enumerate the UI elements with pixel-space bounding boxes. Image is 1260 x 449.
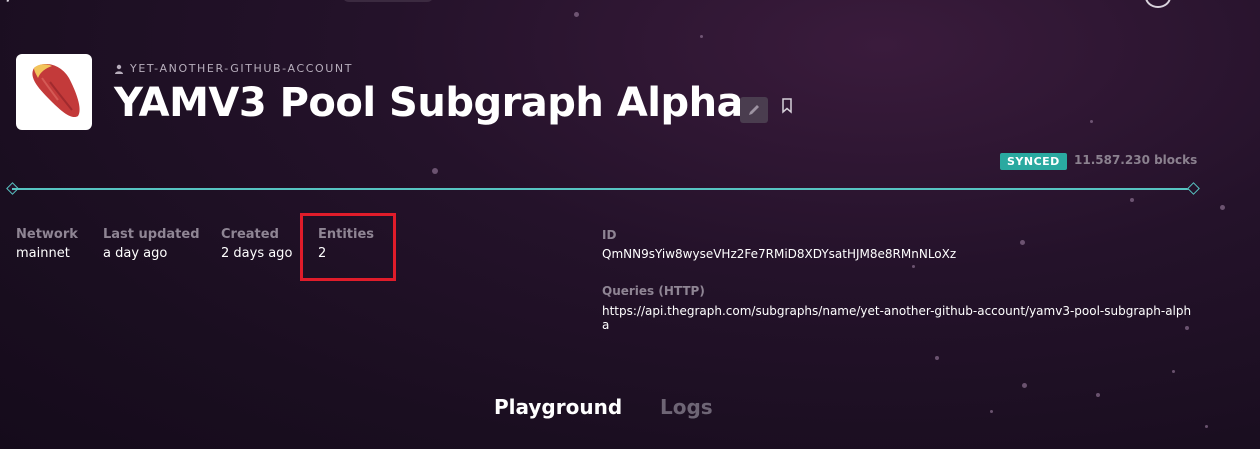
progress-end-marker (1187, 182, 1200, 195)
queries-label: Queries (HTTP) (602, 284, 705, 298)
entities-highlight (300, 213, 396, 281)
background-star (1020, 240, 1025, 245)
network-value: mainnet (16, 246, 70, 261)
queries-url[interactable]: https://api.thegraph.com/subgraphs/name/… (602, 304, 1192, 332)
id-value: QmNN9sYiw8wyseVHz2Fe7RMiD8XDYsatHJM8e8RM… (602, 247, 957, 261)
sync-progress-bar (12, 188, 1194, 190)
background-star (912, 265, 915, 268)
background-star (432, 168, 438, 174)
last-updated-value: a day ago (103, 246, 168, 261)
user-icon (115, 64, 123, 74)
background-star (1096, 393, 1100, 397)
background-star (1090, 120, 1093, 123)
background-star (1172, 370, 1175, 373)
background-star (1022, 383, 1027, 388)
subgraph-logo (16, 54, 92, 130)
user-avatar-icon[interactable] (1145, 0, 1171, 8)
network-label: Network (16, 227, 78, 242)
background-star (1130, 198, 1134, 202)
edit-button[interactable] (740, 97, 768, 123)
background-star (935, 356, 939, 360)
bookmark-icon (782, 98, 792, 114)
background-star (990, 410, 993, 413)
pencil-icon (749, 105, 759, 115)
topbar-search[interactable] (342, 0, 434, 2)
page-title: YAMV3 Pool Subgraph Alpha (114, 80, 744, 126)
background-star (1205, 425, 1208, 428)
topbar-edge (6, 0, 12, 3)
tab-logs[interactable]: Logs (660, 395, 713, 419)
tab-playground[interactable]: Playground (494, 395, 622, 419)
id-label: ID (602, 228, 617, 242)
bookmark-button[interactable] (780, 98, 794, 114)
block-count: 11.587.230 blocks (1074, 153, 1198, 167)
owner-name: YET-ANOTHER-GITHUB-ACCOUNT (130, 62, 354, 75)
sweet-potato-icon (32, 64, 80, 118)
background-star (1220, 205, 1225, 210)
last-updated-label: Last updated (103, 227, 200, 242)
created-value: 2 days ago (221, 246, 293, 261)
subgraph-owner[interactable]: YET-ANOTHER-GITHUB-ACCOUNT (114, 62, 353, 75)
background-star (700, 35, 703, 38)
background-star (574, 12, 579, 17)
status-badge: SYNCED (1000, 153, 1067, 170)
created-label: Created (221, 227, 279, 242)
